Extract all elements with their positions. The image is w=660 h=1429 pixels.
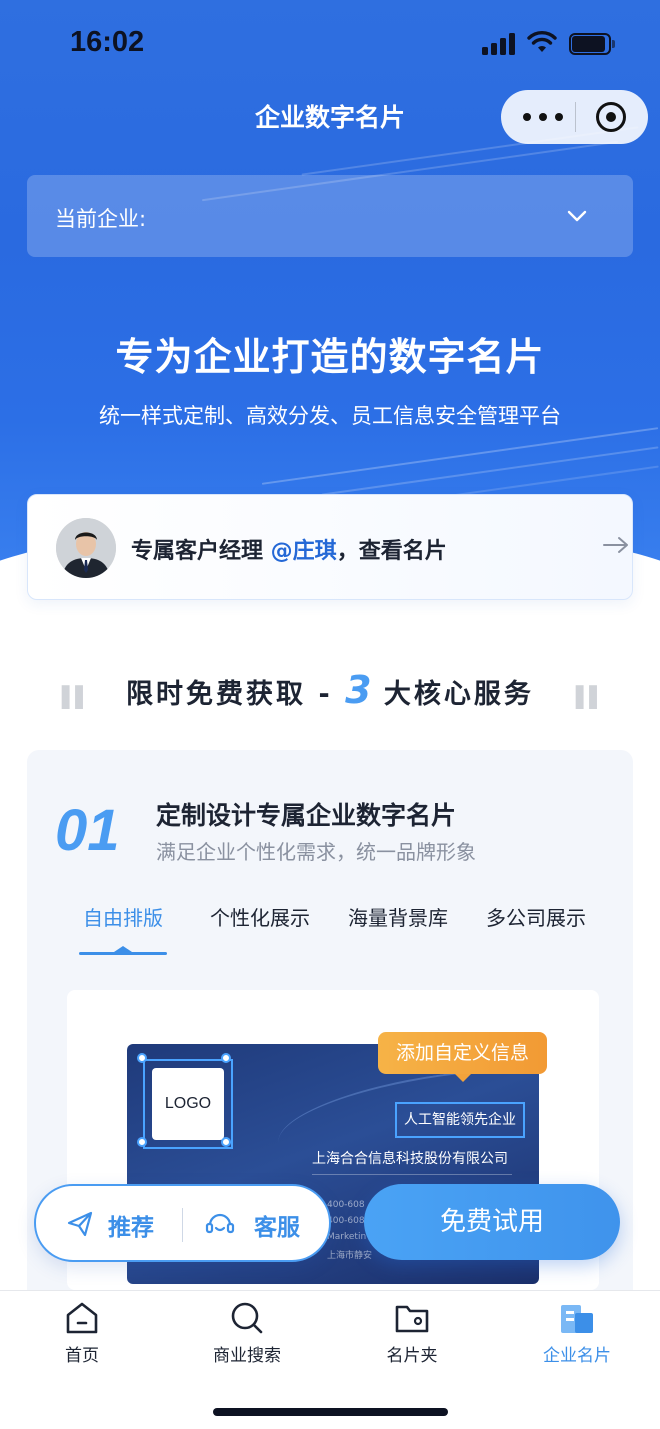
section-title: 限时免费获取 - 3 大核心服务 [0, 668, 660, 718]
tab-backgrounds[interactable]: 海量背景库 [348, 902, 448, 931]
tab-personalized[interactable]: 个性化展示 [210, 902, 310, 931]
section-title-number: 3 [345, 668, 372, 712]
company-selector[interactable]: 当前企业: [27, 175, 633, 257]
card-phone-2: 400-608 [327, 1216, 365, 1226]
account-manager-text: 专属客户经理 @庄琪，查看名片 [131, 533, 447, 565]
arrow-right-icon [603, 537, 628, 553]
custom-info-tag: 添加自定义信息 [378, 1032, 548, 1082]
close-target-icon[interactable] [596, 102, 626, 132]
tabbar-label: 名片夹 [386, 1346, 438, 1366]
service-tabs: 自由排版 个性化展示 海量背景库 多公司展示 [27, 902, 633, 955]
tabbar-item-cardholder[interactable]: 名片夹 [337, 1301, 487, 1381]
floating-action-pill: 推荐 客服 [34, 1184, 331, 1262]
status-time: 16:02 [70, 26, 145, 58]
tabbar-item-home[interactable]: 首页 [7, 1301, 157, 1381]
manager-name: @庄琪 [270, 539, 337, 564]
headset-icon [205, 1213, 235, 1234]
wifi-icon [527, 31, 557, 52]
section-title-right: 大核心服务 [371, 679, 534, 710]
signal-icon [482, 31, 518, 55]
logo-placeholder: LOGO [152, 1068, 224, 1140]
tab-active-indicator [79, 946, 167, 955]
try-free-button[interactable]: 免费试用 [364, 1184, 620, 1260]
hero-title: 专为企业打造的数字名片 [115, 335, 545, 379]
building-icon [561, 1305, 593, 1333]
service-number: 01 [55, 798, 120, 863]
service-title: 定制设计专属企业数字名片 [156, 801, 457, 830]
tabbar-item-enterprise-card[interactable]: 企业名片 [502, 1301, 652, 1381]
decorative-slashes: ▌▌ [576, 685, 605, 709]
tabbar-label: 首页 [65, 1346, 99, 1366]
folder-icon [395, 1305, 429, 1333]
tabbar-label: 企业名片 [543, 1346, 611, 1366]
tabbar-label: 商业搜索 [213, 1346, 281, 1366]
chevron-down-icon [567, 210, 587, 222]
manager-suffix: ，查看名片 [336, 539, 447, 564]
card-email: Marketin [327, 1232, 367, 1242]
tab-multi-company[interactable]: 多公司展示 [486, 902, 586, 931]
card-phone-1: 400-608 [327, 1200, 365, 1210]
company-selector-label: 当前企业: [55, 207, 147, 231]
account-manager-card[interactable]: 专属客户经理 @庄琪，查看名片 [27, 494, 633, 600]
send-icon [67, 1211, 93, 1237]
battery-icon [569, 33, 615, 55]
tab-free-layout[interactable]: 自由排版 [83, 902, 163, 931]
section-title-left: 限时免费获取 - [126, 679, 346, 710]
mini-program-capsule [501, 90, 648, 144]
tabbar-item-search[interactable]: 商业搜索 [172, 1301, 322, 1381]
manager-prefix: 专属客户经理 [131, 539, 271, 564]
customer-service-button[interactable]: 客服 [254, 1208, 300, 1242]
card-company-name: 上海合合信息科技股份有限公司 [312, 1151, 508, 1167]
service-subtitle: 满足企业个性化需求，统一品牌形象 [156, 840, 476, 864]
avatar [56, 518, 116, 578]
home-icon [66, 1302, 98, 1334]
search-icon [231, 1302, 263, 1334]
recommend-button[interactable]: 推荐 [108, 1208, 154, 1242]
status-bar: 16:02 [0, 0, 660, 88]
hero-subtitle: 统一样式定制、高效分发、员工信息安全管理平台 [99, 404, 561, 428]
card-address: 上海市静安 [327, 1251, 373, 1261]
ai-badge: 人工智能领先企业 [395, 1102, 525, 1138]
more-icon[interactable] [523, 106, 563, 128]
home-indicator [213, 1408, 448, 1416]
